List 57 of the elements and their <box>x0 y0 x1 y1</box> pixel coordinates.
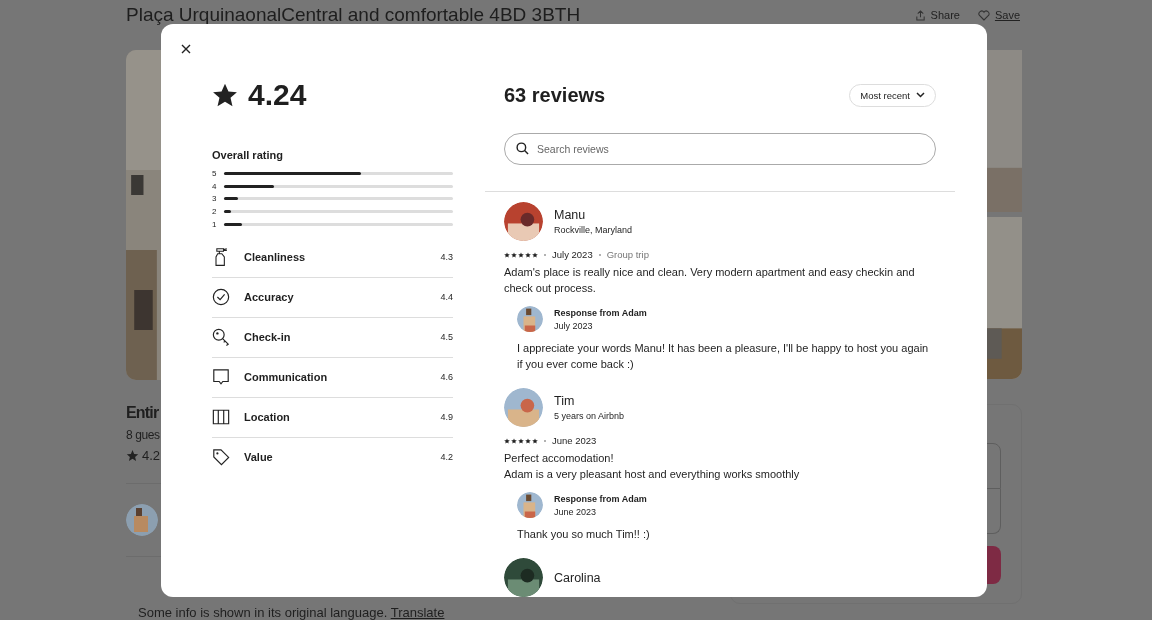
star-count: 5 <box>212 168 218 178</box>
share-icon <box>914 9 926 21</box>
share-button[interactable]: Share <box>912 5 962 21</box>
heart-icon <box>977 9 990 21</box>
star-count: 2 <box>212 207 218 217</box>
category-name: Cleanliness <box>244 251 307 264</box>
overall-rating-label: Overall rating <box>212 149 284 161</box>
category-name: Value <box>244 451 274 464</box>
category-score: 4.3 <box>440 252 453 263</box>
response-date: July 2023 <box>554 320 594 331</box>
star-icon <box>126 449 139 462</box>
review-text: Perfect accomodation! Adam is a very pleasant host and everything works smoothly <box>504 451 801 482</box>
category-score: 4.2 <box>440 452 453 463</box>
reviewer-info: 5 years on Airbnb <box>554 411 625 421</box>
star-count: 4 <box>212 181 218 191</box>
response-text: I appreciate your words Manu! It has been a pleasure, I'll be happy to host you again if you ever come back :) <box>517 341 930 372</box>
tag-icon <box>212 447 230 468</box>
category-score: 4.4 <box>440 292 453 303</box>
star-count: 1 <box>212 220 218 230</box>
search-field[interactable]: Search reviews <box>504 133 936 165</box>
response-text: Thank you so much Tim!! :) <box>517 527 651 542</box>
category-name: Check-in <box>244 331 292 344</box>
star-count: 3 <box>212 194 218 204</box>
reviewer-name: Manu <box>554 208 587 222</box>
trip-type: Group trip <box>606 249 649 260</box>
search-icon <box>516 142 529 155</box>
close-icon <box>181 44 191 54</box>
save-button[interactable]: Save <box>975 5 1022 21</box>
sort-dropdown[interactable]: Most recent <box>849 83 936 107</box>
category-score: 4.6 <box>440 372 453 383</box>
reviewer-name: Carolina <box>554 570 601 585</box>
category-name: Communication <box>244 371 329 384</box>
star-icon <box>212 82 238 108</box>
response-title: Response from Adam <box>554 493 647 504</box>
review-text: Adam's place is really nice and clean. Very modern apartment and easy checkin and check out process. <box>504 265 916 296</box>
response-title: Response from Adam <box>554 307 647 318</box>
listing-title: Plaça UrquinaonalCentral and comfortable 4BD 3BTH <box>126 5 581 25</box>
chevron-down-icon <box>916 92 925 98</box>
language-note: Some info is shown in its original language. Translate <box>138 605 446 620</box>
category-name: Location <box>244 411 291 424</box>
category-score: 4.9 <box>440 412 453 423</box>
listing-type: Entir <box>126 404 159 422</box>
guests-text: 8 gues <box>126 428 160 442</box>
key-icon <box>212 327 230 348</box>
rating-text: 4.2 <box>142 448 161 463</box>
reviewer-info: Rockville, Maryland <box>554 225 633 235</box>
review-date: June 2023 <box>552 435 597 446</box>
spray-bottle-icon <box>212 247 230 268</box>
rating-value: 4.24 <box>248 78 307 112</box>
translate-link[interactable]: Translate <box>390 605 445 620</box>
check-circle-icon <box>212 287 230 308</box>
category-name: Accuracy <box>244 291 295 304</box>
category-score: 4.5 <box>440 332 453 343</box>
reviewer-name: Tim <box>554 394 576 408</box>
reviews-count: 63 reviews <box>504 83 606 107</box>
review-date: July 2023 <box>552 249 593 260</box>
response-date: June 2023 <box>554 506 598 517</box>
